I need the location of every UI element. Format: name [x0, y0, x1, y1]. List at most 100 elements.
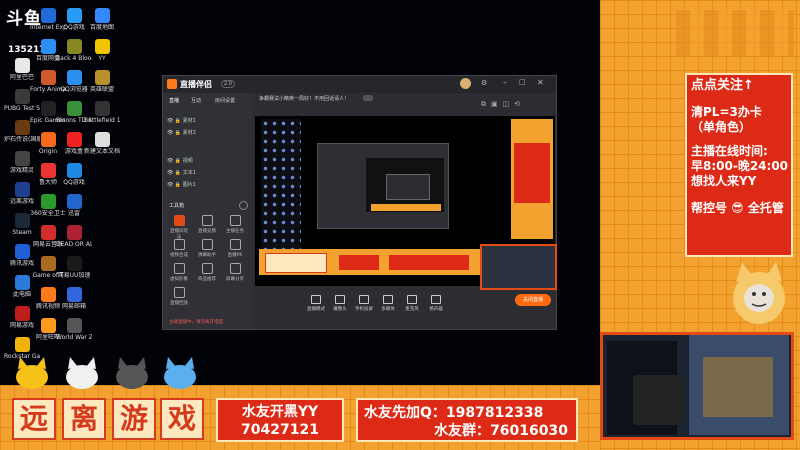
toolbox-item[interactable]: 直播间玩法 [169, 215, 189, 240]
camera-monitor-content [703, 357, 773, 417]
preview-right-panel [511, 119, 553, 239]
control-2[interactable]: 手机投屏 [353, 295, 375, 312]
yy-id: 70427121 [241, 422, 319, 438]
app-icon [66, 318, 82, 333]
control-4[interactable]: 麦克风 [401, 295, 423, 312]
control-1[interactable]: 摄像头 [329, 295, 351, 312]
desktop-icon[interactable]: 新建文本文档 [84, 132, 120, 155]
tool-icon [229, 263, 241, 274]
toolbox-item[interactable]: 直播竞猜 [197, 215, 217, 234]
app-icon [40, 101, 56, 116]
desktop-icon-label: QQ游戏 [63, 179, 85, 186]
yy-label: 水友开黑YY [241, 404, 319, 420]
app-icon [40, 8, 56, 23]
tool-label: 商品推荐 [198, 277, 216, 282]
live-companion-window: 直播伴侣 2.0 ⚙ – □ ✕ 直播 互动 房间设置 👁 🔒 素材1 👁 🔒 … [162, 75, 557, 330]
scene-source-row[interactable]: 👁 🔒 视频 [167, 157, 247, 165]
title-tile: 远 [12, 398, 56, 440]
toolbox-settings-icon[interactable] [239, 201, 248, 210]
toolbox-item[interactable]: 虚拟形象 [169, 263, 189, 282]
toolbox-item[interactable]: 直播回放 [169, 287, 189, 306]
tool-icon [201, 239, 213, 250]
control-icon [383, 295, 393, 304]
toolbox-item[interactable]: 商品推荐 [197, 263, 217, 282]
looking-text: 想找人来YY [691, 174, 757, 188]
control-label: 手机投屏 [355, 307, 373, 312]
tool-icon [173, 215, 185, 226]
scene-source-row[interactable]: 👁 🔒 文本1 [167, 169, 247, 177]
qq-line: 水友先加Q：1987812338 [364, 404, 543, 422]
toolbox-item[interactable]: 屏幕分享 [225, 263, 245, 282]
preview-tiles [265, 253, 327, 273]
edit-title-icon[interactable] [363, 95, 373, 101]
control-5[interactable]: 扬声器 [425, 295, 447, 312]
desktop-icon[interactable]: Battlefield 1 [84, 101, 120, 124]
minimize-icon[interactable]: – [503, 78, 507, 87]
desktop-icon-label: World War Z [56, 334, 92, 341]
app-icon [66, 101, 82, 116]
preview-toolbar-icons[interactable]: ⧉▣◫⟲ [481, 100, 525, 109]
scene-source-row[interactable]: 👁 🔒 素材1 [167, 117, 247, 125]
tool-icon [173, 263, 185, 274]
desktop-icon-label: 网易UU加速 [57, 272, 91, 279]
app-icon [14, 89, 30, 104]
tool-icon [173, 239, 185, 250]
service-line-1: 清PL=3办卡 [691, 105, 762, 119]
app-sidebar: 直播 互动 房间设置 👁 🔒 素材1 👁 🔒 素材2 👁 🔒 视频 👁 🔒 文本… [163, 93, 253, 329]
follow-text: 点点关注↑ [691, 78, 754, 93]
tab-live[interactable]: 直播 [169, 97, 179, 104]
title-tile: 戏 [160, 398, 204, 440]
maximize-icon[interactable]: □ [519, 78, 526, 86]
app-icon [94, 101, 110, 116]
app-icon [40, 194, 56, 209]
desktop-icon[interactable]: 网易邮箱 [56, 287, 92, 310]
control-0[interactable]: 直播模式 [305, 295, 327, 312]
close-icon[interactable]: ✕ [537, 78, 544, 87]
preview-nested-window [386, 174, 430, 200]
app-icon [66, 39, 82, 54]
toolbox-item[interactable]: 主播任务 [225, 215, 245, 234]
app-icon [40, 256, 56, 271]
app-brand: 直播伴侣 [180, 80, 212, 89]
app-icon [14, 120, 30, 135]
app-icon [14, 58, 30, 73]
desktop-icon[interactable]: QQ游戏 [56, 163, 92, 186]
camera-monitor-right [689, 335, 789, 435]
control-label: 麦克风 [405, 307, 419, 312]
scene-source-row[interactable]: 👁 🔒 图片1 [167, 181, 247, 189]
tab-room-settings[interactable]: 房间设置 [215, 97, 235, 104]
desktop-icon[interactable]: 网易UU加速 [56, 256, 92, 279]
preview-desktop-icons [261, 119, 301, 249]
control-icon [335, 295, 345, 304]
app-icon [14, 306, 30, 321]
desktop-icon[interactable]: 英雄联盟 [84, 70, 120, 93]
toolbox-item[interactable]: 弹幕助手 [197, 239, 217, 258]
toolbox-item[interactable]: 视频合成 [169, 239, 189, 258]
settings-icon[interactable]: ⚙ [481, 79, 487, 87]
desktop-icon[interactable]: DEAD OR ALIVE X [56, 225, 92, 248]
control-icon [407, 295, 417, 304]
qq-label: 水友先加Q： [364, 405, 446, 421]
tab-interact[interactable]: 互动 [191, 97, 201, 104]
desktop-icon[interactable]: 百度地图 [84, 8, 120, 31]
schedule-info-box: 点点关注↑ 清PL=3办卡 （单角色） 主播在线时间: 早8:00-晚24:00… [685, 73, 793, 257]
desktop-icon[interactable]: World War Z [56, 318, 92, 341]
control-label: 多媒体 [381, 307, 395, 312]
go-live-button[interactable]: 关闭直播 [515, 294, 551, 306]
tool-label: 直播PK [227, 253, 243, 258]
control-icon [359, 295, 369, 304]
hours-label: 主播在线时间: [691, 144, 768, 158]
tool-icon [201, 263, 213, 274]
tool-icon [173, 287, 185, 298]
desktop-icon-label: 百度地图 [89, 24, 114, 31]
desktop-icon-label: 网易邮箱 [61, 303, 86, 310]
desktop-icon[interactable]: 迅雷 [56, 194, 92, 217]
stream-preview[interactable] [255, 116, 557, 290]
desktop-icon[interactable]: YY [84, 39, 120, 62]
avatar[interactable] [460, 78, 471, 89]
control-3[interactable]: 多媒体 [377, 295, 399, 312]
scene-source-row[interactable]: 👁 🔒 素材2 [167, 129, 247, 137]
toolbox-item[interactable]: 直播PK [225, 239, 245, 258]
desktop-icon-label: DEAD OR ALIVE X [56, 241, 92, 248]
tool-label: 视频合成 [170, 253, 188, 258]
